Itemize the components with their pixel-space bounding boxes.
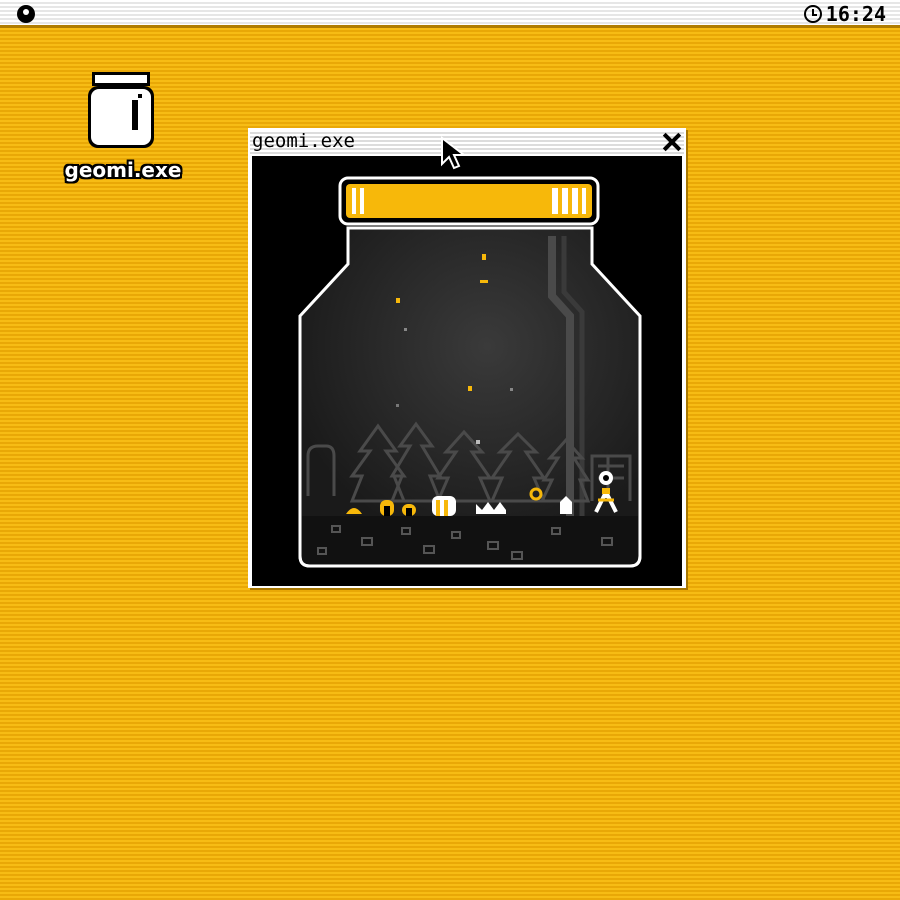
clock-time: 16:24	[825, 2, 886, 26]
desktop-icon-geomi[interactable]: geomi.exe	[60, 68, 186, 188]
jar-icon	[88, 72, 154, 148]
apple-menu-icon[interactable]	[17, 5, 35, 23]
window-title: geomi.exe	[252, 130, 355, 152]
mouse-cursor-icon	[441, 136, 467, 170]
desktop-icon-label: geomi.exe	[64, 158, 182, 182]
terrarium-view[interactable]	[252, 156, 682, 586]
soil	[302, 516, 638, 564]
jar-body	[298, 226, 642, 568]
menu-bar: 16:24	[0, 0, 900, 28]
clock-icon	[803, 5, 822, 23]
clock[interactable]: 16:24	[803, 2, 886, 26]
terrarium-scene	[298, 176, 642, 568]
app-window[interactable]: geomi.exe	[248, 128, 686, 588]
close-icon[interactable]	[660, 130, 684, 154]
